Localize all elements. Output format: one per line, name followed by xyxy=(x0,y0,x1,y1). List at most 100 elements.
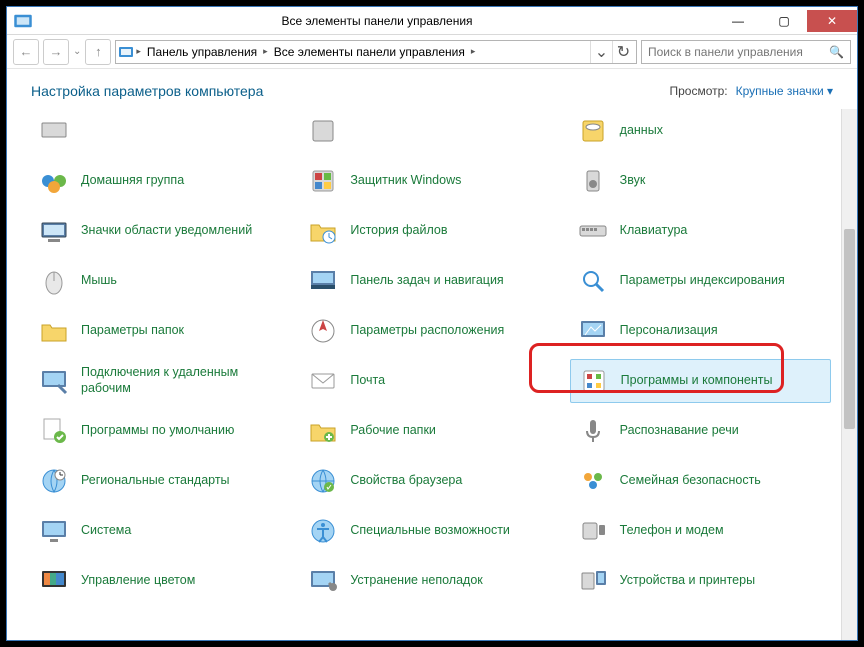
control-panel-item[interactable]: Специальные возможности xyxy=(300,509,561,553)
control-panel-item[interactable]: данных xyxy=(570,109,831,153)
item-label: Панель задач и навигация xyxy=(350,273,503,289)
item-label: Мышь xyxy=(81,273,117,289)
titlebar: Все элементы панели управления — ▢ ✕ xyxy=(7,7,857,35)
defender-icon xyxy=(306,164,340,198)
workfolders-icon xyxy=(306,414,340,448)
control-panel-item[interactable]: Защитник Windows xyxy=(300,159,561,203)
view-selector[interactable]: Крупные значки ▾ xyxy=(736,84,833,98)
homegroup-icon xyxy=(37,164,71,198)
inetopt-icon xyxy=(306,464,340,498)
control-panel-crumb-icon xyxy=(118,44,134,60)
control-panel-icon xyxy=(13,11,33,31)
item-label: Защитник Windows xyxy=(350,173,461,189)
control-panel-item[interactable]: Панель задач и навигация xyxy=(300,259,561,303)
control-panel-item[interactable]: Значки области уведомлений xyxy=(31,209,292,253)
folderopt-icon xyxy=(37,314,71,348)
item-label: Устранение неполадок xyxy=(350,573,482,589)
control-panel-item[interactable]: Параметры папок xyxy=(31,309,292,353)
back-button[interactable]: ← xyxy=(13,39,39,65)
control-panel-item[interactable]: Параметры расположения xyxy=(300,309,561,353)
control-panel-item[interactable]: Программы и компоненты xyxy=(570,359,831,403)
view-options: Просмотр: Крупные значки ▾ xyxy=(669,84,833,98)
personalize-icon xyxy=(576,314,610,348)
control-panel-item[interactable]: Управление цветом xyxy=(31,559,292,603)
region-icon xyxy=(37,464,71,498)
control-panel-item[interactable]: Клавиатура xyxy=(570,209,831,253)
devices-icon xyxy=(576,564,610,598)
remote-icon xyxy=(37,364,71,398)
control-panel-item[interactable]: Устройства и принтеры xyxy=(570,559,831,603)
keyboard-icon xyxy=(576,214,610,248)
item-label: Управление цветом xyxy=(81,573,195,589)
item-label: Распознавание речи xyxy=(620,423,739,439)
location-icon xyxy=(306,314,340,348)
content-area: данных Домашняя группа Защитник Windows Зву… xyxy=(7,109,857,640)
control-panel-item[interactable]: Почта xyxy=(300,359,561,403)
scroll-area: данных Домашняя группа Защитник Windows Зву… xyxy=(31,109,847,640)
crumb-separator-icon: ▸ xyxy=(134,46,143,57)
history-dropdown-icon[interactable]: ⌄ xyxy=(73,46,81,57)
family-icon xyxy=(576,464,610,498)
maximize-button[interactable]: ▢ xyxy=(761,10,807,32)
control-panel-item[interactable]: Региональные стандарты xyxy=(31,459,292,503)
control-panel-item[interactable]: Рабочие папки xyxy=(300,409,561,453)
control-panel-item[interactable]: Параметры индексирования xyxy=(570,259,831,303)
item-label: Свойства браузера xyxy=(350,473,462,489)
window: Все элементы панели управления — ▢ ✕ ← →… xyxy=(6,6,858,641)
device-icon xyxy=(306,114,340,148)
control-panel-item[interactable]: Персонализация xyxy=(570,309,831,353)
sound-icon xyxy=(576,164,610,198)
control-panel-item[interactable]: Устранение неполадок xyxy=(300,559,561,603)
speech-icon xyxy=(576,414,610,448)
control-panel-item[interactable]: Домашняя группа xyxy=(31,159,292,203)
search-input[interactable] xyxy=(648,45,829,59)
page-title: Настройка параметров компьютера xyxy=(31,83,263,99)
item-label: Параметры индексирования xyxy=(620,273,785,289)
address-bar[interactable]: ▸ Панель управления ▸ Все элементы панел… xyxy=(115,40,637,64)
search-box[interactable]: 🔍 xyxy=(641,40,851,64)
control-panel-item[interactable]: Подключения к удаленным рабочим xyxy=(31,359,292,403)
control-panel-item[interactable]: Телефон и модем xyxy=(570,509,831,553)
control-panel-item[interactable]: Мышь xyxy=(31,259,292,303)
item-label: Телефон и модем xyxy=(620,523,724,539)
up-button[interactable]: ↑ xyxy=(85,39,111,65)
control-panel-item[interactable]: Система xyxy=(31,509,292,553)
breadcrumb-item[interactable]: Все элементы панели управления xyxy=(270,45,469,59)
item-label: Рабочие папки xyxy=(350,423,436,439)
content-header: Настройка параметров компьютера Просмотр… xyxy=(7,69,857,109)
close-button[interactable]: ✕ xyxy=(807,10,857,32)
tray-icon xyxy=(37,214,71,248)
trouble-icon xyxy=(306,564,340,598)
control-panel-item[interactable]: Звук xyxy=(570,159,831,203)
crumb-separator-icon: ▸ xyxy=(469,46,478,57)
item-label: Региональные стандарты xyxy=(81,473,230,489)
control-panel-item[interactable] xyxy=(31,109,292,153)
taskbar-icon xyxy=(306,264,340,298)
control-panel-item[interactable] xyxy=(300,109,561,153)
window-title: Все элементы панели управления xyxy=(39,14,715,28)
address-dropdown-icon[interactable]: ⌄ xyxy=(590,41,612,63)
ease-icon xyxy=(306,514,340,548)
control-panel-item[interactable]: Программы по умолчанию xyxy=(31,409,292,453)
control-panel-item[interactable]: Семейная безопасность xyxy=(570,459,831,503)
defaults-icon xyxy=(37,414,71,448)
control-panel-item[interactable]: Свойства браузера xyxy=(300,459,561,503)
minimize-button[interactable]: — xyxy=(715,10,761,32)
items-grid: данных Домашняя группа Защитник Windows Зву… xyxy=(31,109,831,603)
scrollbar[interactable] xyxy=(841,109,857,640)
control-panel-item[interactable]: История файлов xyxy=(300,209,561,253)
item-label: Устройства и принтеры xyxy=(620,573,755,589)
scrollbar-thumb[interactable] xyxy=(844,229,855,429)
refresh-button[interactable]: ↻ xyxy=(612,41,634,63)
datasrc-icon xyxy=(576,114,610,148)
item-label: Подключения к удаленным рабочим xyxy=(81,365,286,396)
item-label: Значки области уведомлений xyxy=(81,223,252,239)
search-icon[interactable]: 🔍 xyxy=(829,45,844,59)
item-label: Домашняя группа xyxy=(81,173,184,189)
forward-button[interactable]: → xyxy=(43,39,69,65)
breadcrumb-item[interactable]: Панель управления xyxy=(143,45,261,59)
control-panel-item[interactable]: Распознавание речи xyxy=(570,409,831,453)
item-label: Параметры расположения xyxy=(350,323,504,339)
window-buttons: — ▢ ✕ xyxy=(715,10,857,32)
filehist-icon xyxy=(306,214,340,248)
